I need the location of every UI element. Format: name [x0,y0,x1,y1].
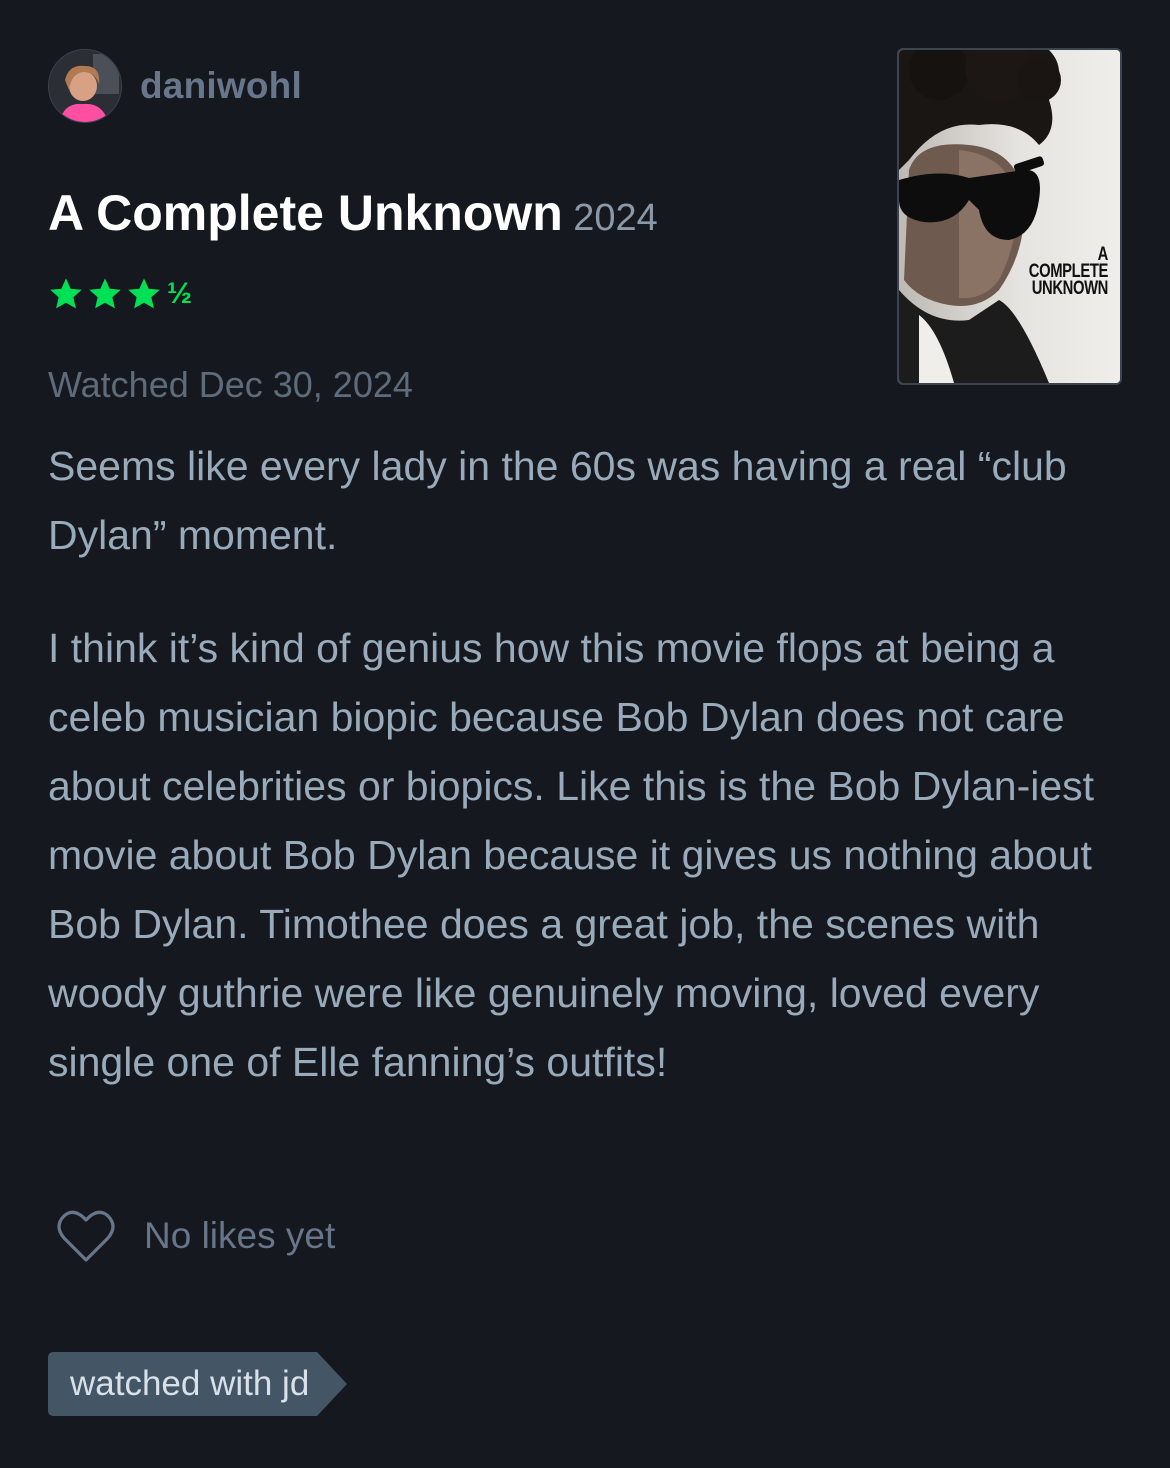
poster-image [899,50,1120,383]
review-body: Seems like every lady in the 60s was hav… [48,432,1128,1097]
film-poster[interactable]: A COMPLETE UNKNOWN [897,48,1122,385]
review-paragraph: I think it’s kind of genius how this mov… [48,625,1095,1085]
half-star-glyph: ½ [167,277,193,310]
tag-label[interactable]: watched with jd [48,1352,318,1416]
likes-row: No likes yet [56,1208,335,1264]
username[interactable]: daniwohl [140,65,302,107]
tag-arrow [317,1352,348,1416]
heart-icon[interactable] [56,1208,116,1264]
star-icon [89,278,121,309]
star-icon [128,278,160,309]
poster-title: A COMPLETE UNKNOWN [1014,245,1109,299]
likes-count-label: No likes yet [144,1215,336,1256]
film-heading: A Complete Unknown 2024 [48,184,658,242]
review-paragraph: Seems like every lady in the 60s was hav… [48,443,1067,558]
avatar-image [49,50,121,122]
author-row[interactable]: daniwohl [48,48,302,124]
poster-title-line: UNKNOWN [1031,278,1109,299]
film-year[interactable]: 2024 [573,197,658,239]
tag-watched-with-jd[interactable]: watched with jd [48,1352,348,1416]
watched-date: Watched Dec 30, 2024 [48,364,413,405]
star-rating: ½ [48,276,192,312]
star-icon [50,278,82,309]
avatar[interactable] [48,49,122,123]
film-title[interactable]: A Complete Unknown [48,185,563,241]
review-page: daniwohl A Complete Unknown 2024 ½ Watch… [0,0,1170,1468]
